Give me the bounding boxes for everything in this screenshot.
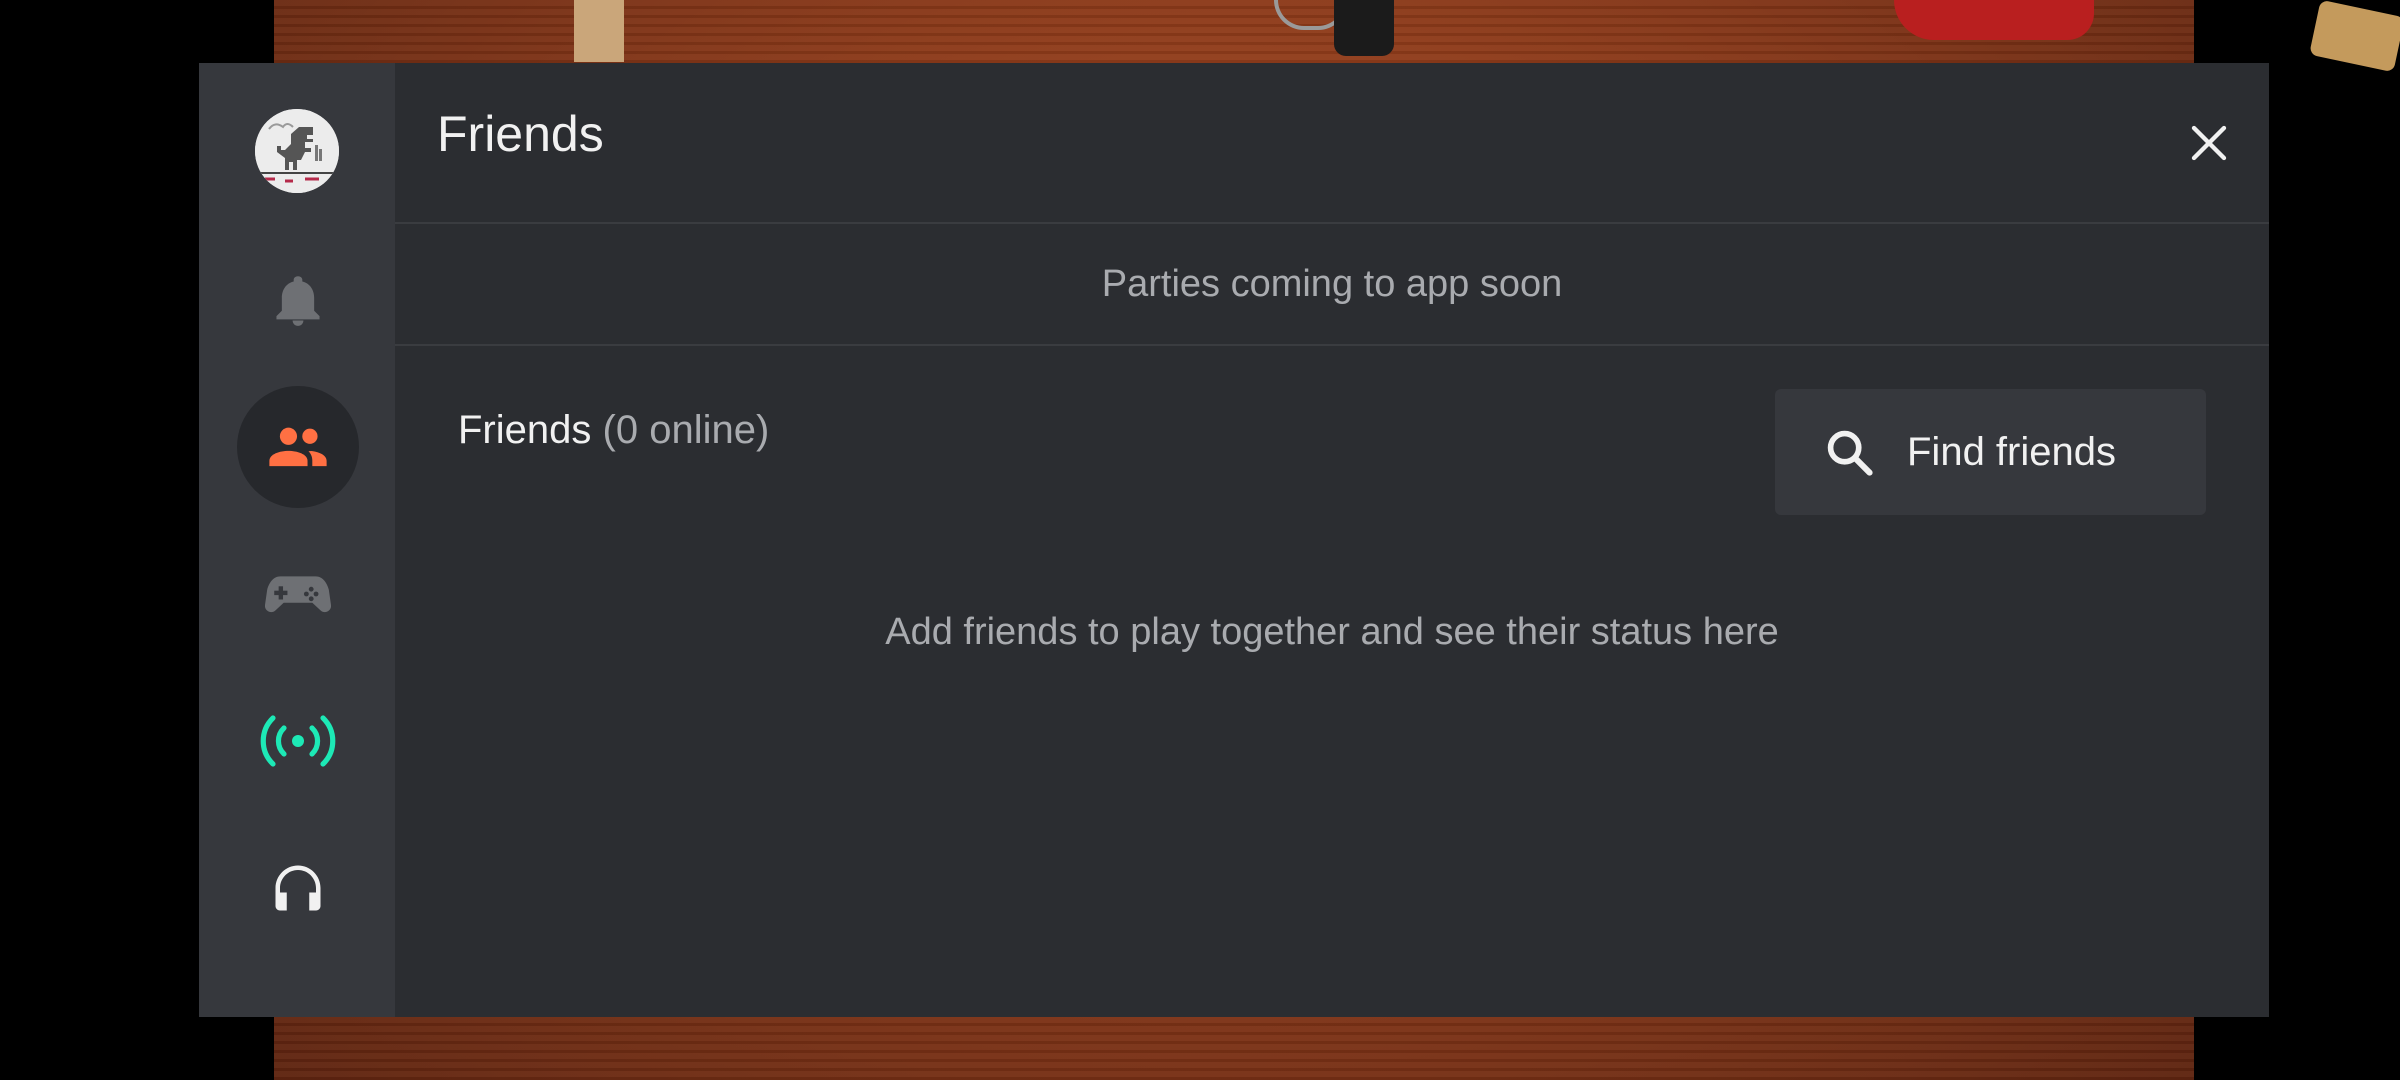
sidebar-item-notifications[interactable] [237, 239, 359, 361]
friends-section-label: Friends (0 online) [458, 408, 769, 453]
broadcast-icon [260, 715, 336, 767]
friends-overlay-panel: Friends Parties coming to app soon Frien… [199, 63, 2269, 1017]
friends-section-header: Friends (0 online) Find friends [395, 346, 2269, 515]
find-friends-button[interactable]: Find friends [1775, 389, 2206, 515]
close-icon [2191, 125, 2227, 161]
panel-header: Friends [395, 63, 2269, 224]
parties-notice: Parties coming to app soon [395, 224, 2269, 346]
friends-label-text: Friends [458, 408, 592, 452]
gamepad-icon [265, 576, 331, 613]
headphones-icon [275, 865, 321, 911]
sidebar-item-audio[interactable] [237, 827, 359, 949]
main-content: Friends Parties coming to app soon Frien… [395, 63, 2269, 1017]
avatar[interactable] [255, 109, 339, 193]
search-icon [1819, 422, 1879, 482]
binder-clip [1334, 0, 1394, 56]
sidebar-rail [199, 63, 395, 1017]
sidebar-item-live[interactable] [237, 680, 359, 802]
people-icon [269, 427, 327, 467]
close-button[interactable] [2177, 111, 2241, 175]
dino-avatar-icon [255, 109, 339, 193]
find-friends-label: Find friends [1907, 429, 2116, 474]
scissors [1894, 0, 2094, 40]
sidebar-item-friends[interactable] [237, 386, 359, 508]
page-title: Friends [437, 106, 604, 162]
wood-block [2309, 0, 2400, 73]
bell-icon [276, 276, 320, 326]
empty-state-message: Add friends to play together and see the… [885, 611, 1779, 653]
wood-piece [574, 0, 624, 62]
online-count: (0 online) [602, 408, 770, 452]
sidebar-item-games[interactable] [237, 533, 359, 655]
